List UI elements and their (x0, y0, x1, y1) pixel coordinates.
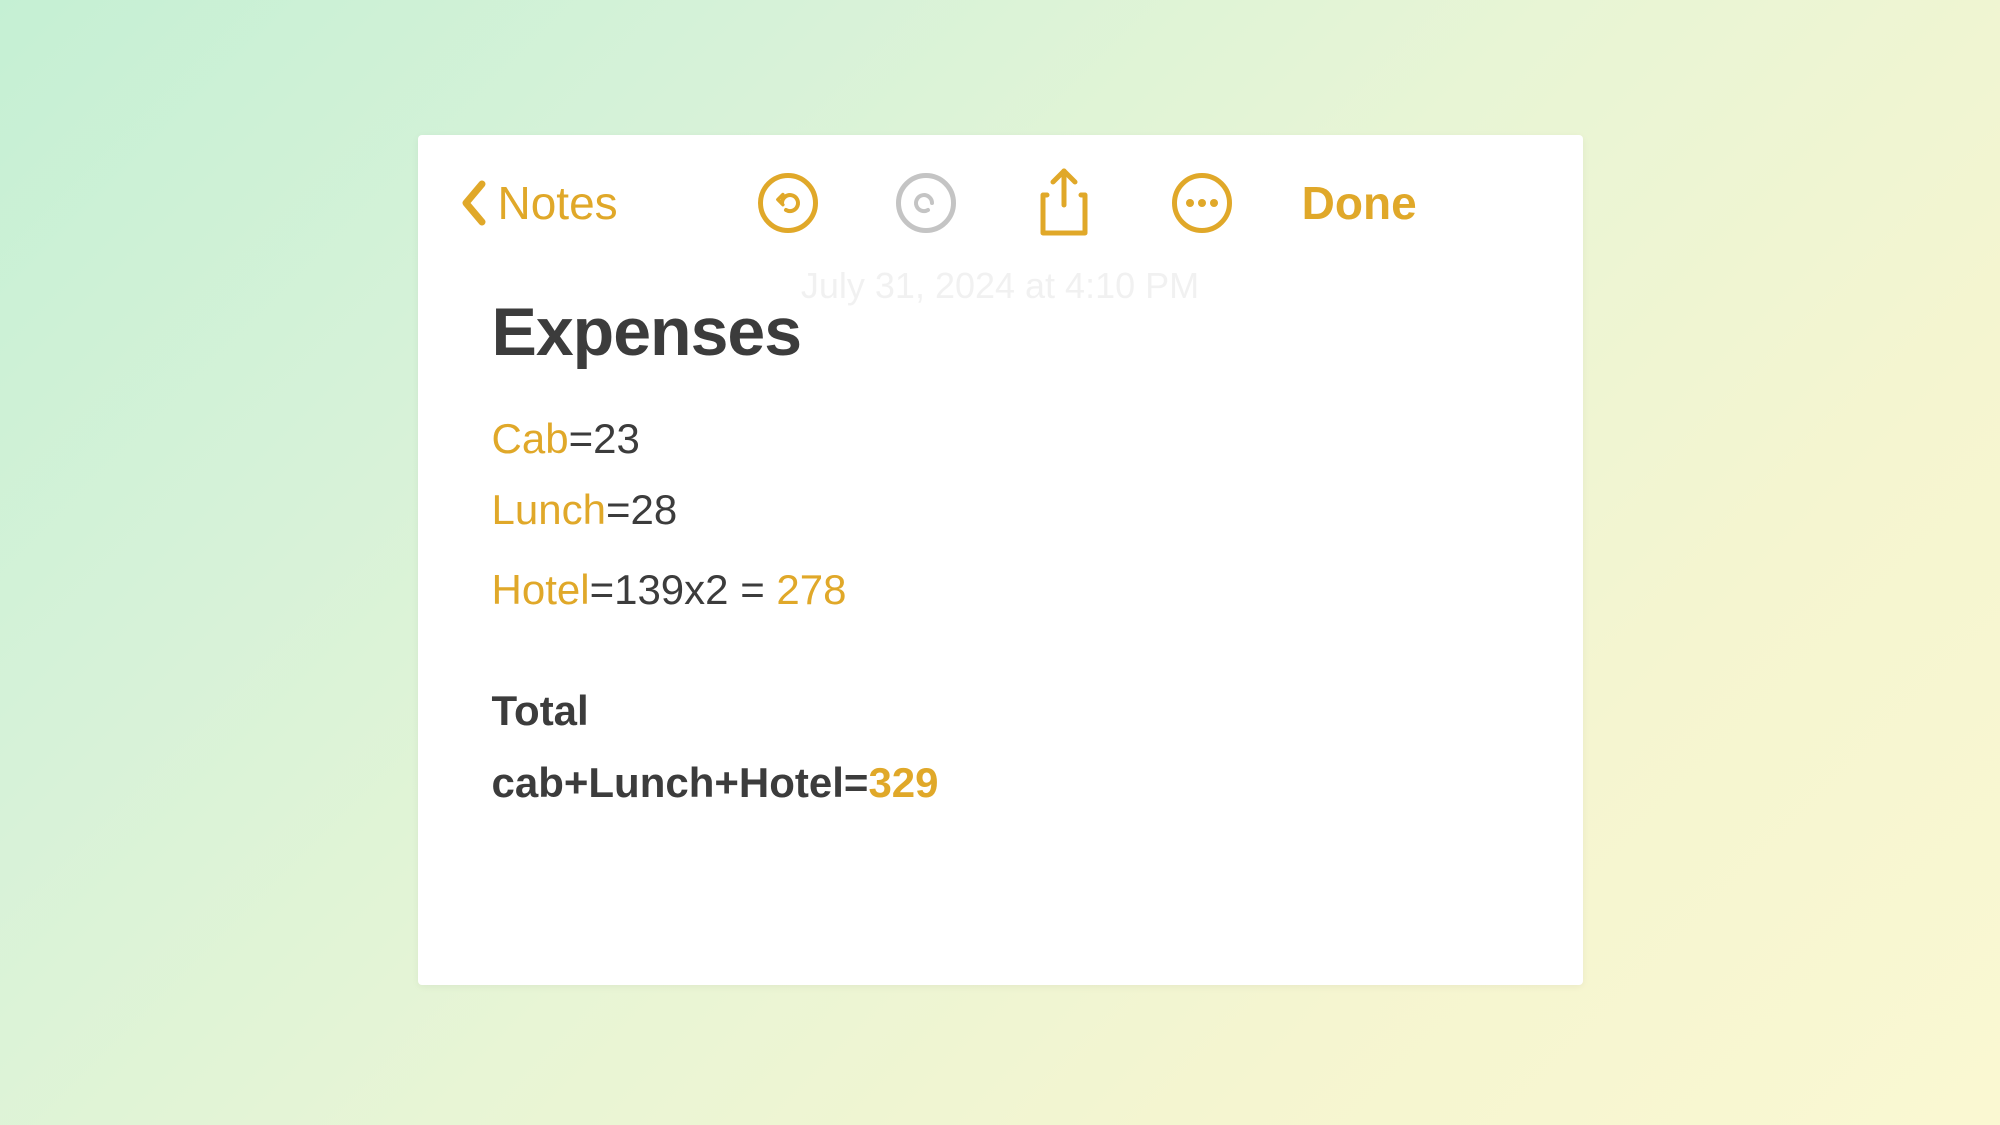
redo-icon (896, 173, 956, 233)
expr-lunch: =28 (606, 486, 677, 533)
expense-line-hotel: Hotel=139x2 = 278 (492, 554, 1509, 625)
redo-button[interactable] (896, 173, 956, 233)
share-icon (1035, 167, 1093, 239)
back-label: Notes (498, 176, 618, 230)
share-button[interactable] (1034, 173, 1094, 233)
note-timestamp: July 31, 2024 at 4:10 PM (801, 265, 1199, 307)
result-total: 329 (868, 759, 938, 806)
expr-hotel: =139x2 = (590, 566, 777, 613)
back-button[interactable]: Notes (460, 176, 618, 230)
toolbar-icons (758, 173, 1232, 233)
done-button[interactable]: Done (1302, 176, 1417, 230)
blank-line (492, 625, 1509, 675)
variable-lunch: Lunch (492, 486, 606, 533)
ellipsis-icon (1172, 173, 1232, 233)
expr-total: cab+Lunch+Hotel= (492, 759, 869, 806)
chevron-left-icon (460, 180, 486, 226)
expr-cab: =23 (569, 415, 640, 462)
note-card: Notes (418, 135, 1583, 985)
variable-hotel: Hotel (492, 566, 590, 613)
undo-button[interactable] (758, 173, 818, 233)
more-button[interactable] (1172, 173, 1232, 233)
undo-icon (758, 173, 818, 233)
toolbar: Notes (418, 135, 1583, 253)
variable-cab: Cab (492, 415, 569, 462)
result-hotel: 278 (776, 566, 846, 613)
total-label: Total (492, 675, 1509, 746)
expense-line-lunch: Lunch=28 (492, 474, 1509, 545)
total-line: cab+Lunch+Hotel=329 (492, 747, 1509, 818)
expense-line-cab: Cab=23 (492, 403, 1509, 474)
note-content[interactable]: Expenses Cab=23 Lunch=28 Hotel=139x2 = 2… (418, 253, 1583, 818)
